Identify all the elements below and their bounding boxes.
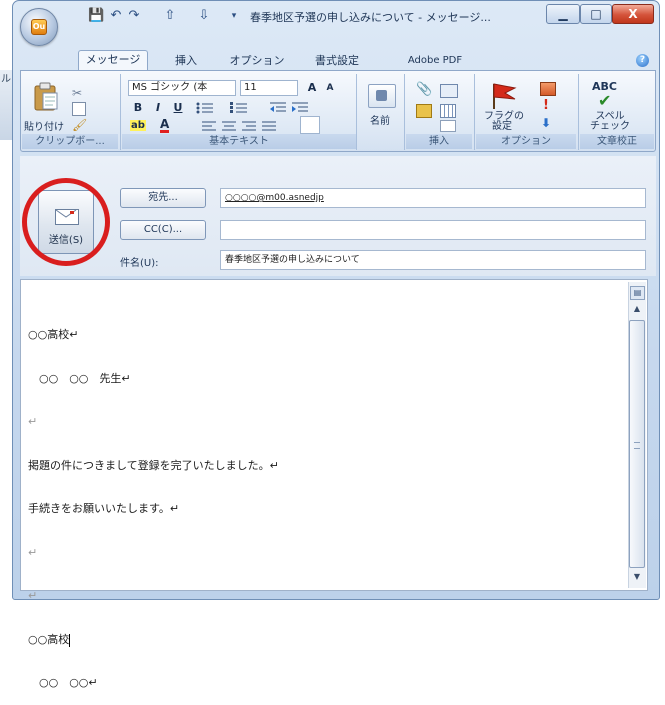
high-importance-icon[interactable]: ! (543, 98, 549, 113)
paste-icon (34, 82, 58, 111)
cc-field[interactable] (220, 220, 646, 240)
highlight-button[interactable]: ab (130, 120, 146, 131)
tab-insert[interactable]: 挿入 (168, 52, 204, 70)
separator (474, 74, 475, 150)
underline-button[interactable]: U (170, 100, 186, 116)
highlight-circle-annotation (22, 178, 110, 266)
flag-icon (493, 83, 517, 109)
follow-up-flag-button[interactable] (484, 80, 518, 110)
shrink-font-button[interactable]: A (322, 80, 338, 96)
paste-button[interactable] (32, 82, 60, 112)
subject-label: 件名(U): (120, 258, 159, 269)
body-line: ○○ ○○ 先生↵ (28, 371, 131, 385)
separator (578, 74, 579, 150)
italic-button[interactable]: I (150, 100, 166, 116)
to-field[interactable]: ○○○○@m00.asnedjp (220, 188, 646, 208)
redo-icon[interactable]: ↷ (126, 8, 142, 24)
signature-icon[interactable] (440, 120, 456, 132)
decrease-indent-icon[interactable] (270, 102, 286, 114)
scroll-grip-icon (634, 442, 640, 449)
styles-icon[interactable] (300, 116, 320, 134)
grow-font-button[interactable]: A (304, 80, 320, 96)
message-body-text[interactable]: ○○高校↵ ○○ ○○ 先生↵ ↵ 掲題の件につきまして登録を完了いたしました。… (28, 299, 598, 705)
bullets-icon[interactable] (196, 102, 214, 114)
paste-label: 貼り付け (24, 122, 64, 133)
calendar-icon[interactable] (440, 104, 456, 118)
body-line: 掲題の件につきまして登録を完了いたしました。↵ (28, 458, 279, 472)
spelling-button[interactable]: スペル チェック (588, 112, 632, 132)
categorize-icon[interactable] (540, 82, 556, 96)
undo-icon[interactable]: ↶ (108, 8, 124, 24)
subject-field[interactable]: 春季地区予選の申し込みについて (220, 250, 646, 270)
follow-up-label: フラグの 設定 (484, 111, 524, 132)
tab-adobe-pdf[interactable]: Adobe PDF (405, 52, 465, 70)
tab-options[interactable]: オプション (228, 52, 286, 70)
background-text: ル (1, 74, 11, 85)
scroll-up-icon[interactable]: ▲ (629, 304, 645, 318)
business-card-icon[interactable] (416, 104, 432, 118)
tab-format-text[interactable]: 書式設定 (308, 52, 366, 70)
maximize-button[interactable]: □ (580, 4, 612, 24)
previous-item-icon[interactable]: ⇧ (162, 8, 178, 24)
tab-message[interactable]: メッセージ (78, 50, 148, 71)
numbering-icon[interactable] (230, 102, 248, 114)
separator (404, 74, 405, 150)
background-window-edge: ル (0, 70, 12, 140)
format-painter-icon[interactable]: 🖌 (72, 118, 87, 132)
separator (120, 74, 121, 150)
increase-indent-icon[interactable] (292, 102, 308, 114)
clipboard-group-label: クリップボー... (22, 134, 118, 149)
font-name-select[interactable]: MS ゴシック (本 (128, 80, 236, 96)
to-button[interactable]: 宛先... (120, 188, 206, 208)
body-line: ○○高校↵ (28, 328, 79, 341)
low-importance-icon[interactable]: ⬇ (541, 116, 551, 130)
next-item-icon[interactable]: ⇩ (196, 8, 212, 24)
options-group-label: オプション (476, 134, 576, 149)
window-title: 春季地区予選の申し込みについて - メッセージ... (250, 11, 491, 24)
scroll-down-icon[interactable]: ▼ (629, 572, 645, 586)
names-label: 名前 (370, 116, 390, 127)
body-line: 手続きをお願いいたします。↵ (28, 502, 180, 515)
body-line: ↵ (28, 415, 38, 428)
body-line: ↵ (28, 545, 38, 559)
ruler-toggle-icon[interactable]: ▤ (630, 286, 645, 300)
checkmark-icon: ✔ (598, 91, 612, 110)
close-button[interactable]: X (612, 4, 654, 24)
copy-icon[interactable] (72, 102, 86, 116)
address-book-icon[interactable] (368, 84, 396, 108)
customize-qat-icon[interactable]: ▾ (226, 8, 242, 24)
save-icon[interactable]: 💾 (88, 8, 104, 24)
body-line: ○○高校 (28, 632, 71, 647)
body-line: ○○ ○○↵ (28, 676, 98, 689)
attach-item-icon[interactable] (440, 84, 458, 98)
alignment-icons[interactable] (202, 120, 278, 132)
minimize-button[interactable]: ▁ (546, 4, 580, 24)
cut-icon[interactable]: ✂ (72, 86, 82, 100)
attach-file-icon[interactable]: 📎 (416, 82, 432, 97)
font-color-button[interactable]: A (160, 118, 170, 133)
help-icon[interactable]: ? (636, 54, 649, 67)
proofing-group-label: 文章校正 (580, 134, 654, 149)
office-logo-icon: Ou (31, 19, 47, 35)
body-line: ↵ (28, 589, 38, 602)
basic-text-group-label: 基本テキスト (122, 134, 356, 149)
separator (356, 74, 357, 150)
bold-button[interactable]: B (130, 100, 146, 116)
font-size-select[interactable]: 11 (240, 80, 298, 96)
cc-button[interactable]: CC(C)... (120, 220, 206, 240)
include-group-label: 挿入 (406, 134, 472, 149)
text-cursor (69, 633, 71, 647)
